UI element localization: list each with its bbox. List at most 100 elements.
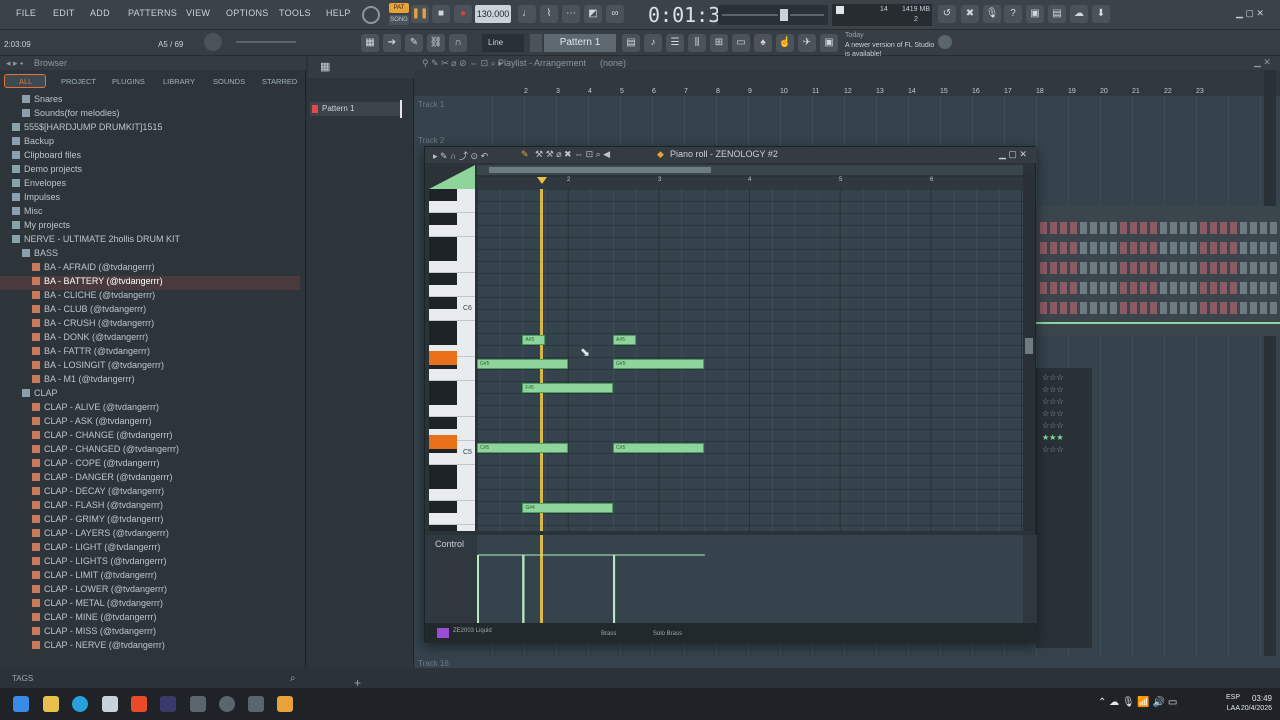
stop-button[interactable]: ■ (432, 5, 450, 23)
browser-nav-icons[interactable]: ◂ ▸ ⬩ (6, 58, 23, 69)
browser-folder-item[interactable]: Backup (0, 136, 300, 150)
step-button[interactable] (1190, 262, 1197, 274)
step-button[interactable] (1270, 302, 1277, 314)
step-button[interactable] (1090, 302, 1097, 314)
star-rating-icons[interactable]: ☆☆☆ ☆☆☆ ☆☆☆ ☆☆☆ ☆☆☆ ★★★ ☆☆☆ (1042, 372, 1064, 456)
step-button[interactable] (1270, 242, 1277, 254)
step-button[interactable] (1050, 262, 1057, 274)
step-button[interactable] (1110, 262, 1117, 274)
browser-file-item[interactable]: BA - CLICHE (@tvdangerrr) (0, 290, 300, 304)
step-button[interactable] (1240, 242, 1247, 254)
black-key[interactable] (429, 525, 457, 531)
tab-plugins[interactable]: PLUGINS (112, 77, 145, 86)
step-button[interactable] (1230, 222, 1237, 234)
menu-tools[interactable]: TOOLS (279, 8, 311, 18)
piano-roll-edit-icons[interactable]: ⚒ ⚒ ⌀ ✖ ⇔ ⊡ ⌕ ◀ (535, 149, 610, 160)
file-explorer-icon[interactable] (43, 696, 59, 712)
note-preview-icon[interactable] (429, 165, 475, 189)
step-button[interactable] (1170, 302, 1177, 314)
touch-icon[interactable]: ☝ (776, 34, 794, 52)
white-key[interactable] (429, 261, 475, 273)
step-button[interactable] (1260, 302, 1267, 314)
browser-file-item[interactable]: BA - FATTR (@tvdangerrr) (0, 346, 300, 360)
step-button[interactable] (1170, 262, 1177, 274)
midi-note[interactable]: G#4 (522, 503, 614, 513)
white-key[interactable] (429, 369, 475, 381)
step-button[interactable] (1120, 242, 1127, 254)
language-label[interactable]: ESP (1226, 694, 1240, 701)
step-button[interactable] (1120, 262, 1127, 274)
tempo-tapper-icon[interactable]: ✈ (798, 34, 816, 52)
mixer-icon[interactable]: ⫼ (688, 34, 706, 52)
step-button[interactable] (1200, 302, 1207, 314)
browser-file-item[interactable]: CLAP - DECAY (@tvdangerrr) (0, 486, 300, 500)
step-button[interactable] (1060, 282, 1067, 294)
record-mode-icon[interactable] (362, 6, 380, 24)
browser-file-item[interactable]: BA - LOSINGIT (@tvdangerrr) (0, 360, 300, 374)
piano-roll-tools-icons[interactable]: ▸ ✎ ∩ ⤴ ⊙ ↶ (433, 149, 488, 162)
step-button[interactable] (1250, 222, 1257, 234)
step-button[interactable] (1070, 302, 1077, 314)
pat-toggle[interactable]: PAT (389, 3, 409, 13)
step-button[interactable] (1270, 282, 1277, 294)
step-button[interactable] (1070, 222, 1077, 234)
browser-file-item[interactable]: CLAP - ALIVE (@tvdangerrr) (0, 402, 300, 416)
clock-date[interactable]: 20/4/2026 (1241, 705, 1272, 712)
step-button[interactable] (1050, 242, 1057, 254)
piano-roll-scrollbar-h[interactable] (477, 165, 1023, 175)
clock-time[interactable]: 03:49 (1252, 694, 1272, 703)
step-button[interactable] (1080, 282, 1087, 294)
step-button[interactable] (1230, 282, 1237, 294)
black-key[interactable] (429, 417, 457, 429)
tab-sounds[interactable]: SOUNDS (213, 77, 245, 86)
step-button[interactable] (1130, 262, 1137, 274)
piano-roll-window-controls[interactable]: ▁ ▢ ✕ (999, 149, 1027, 160)
snap-select[interactable]: Line (482, 34, 524, 52)
browser-folder-item[interactable]: BASS (0, 248, 300, 262)
windows-start-icon[interactable] (13, 696, 29, 712)
pattern-list-item[interactable]: Pattern 1 (310, 102, 402, 116)
browser-folder-item[interactable]: Sounds(for melodies) (0, 108, 300, 122)
step-button[interactable] (1130, 282, 1137, 294)
midi-note[interactable]: C#5 (477, 443, 568, 453)
browser-file-item[interactable]: BA - BATTERY (@tvdangerrr) (0, 276, 300, 290)
edge-icon[interactable] (72, 696, 88, 712)
step-button[interactable] (1100, 242, 1107, 254)
browser-file-item[interactable]: CLAP - METAL (@tvdangerrr) (0, 598, 300, 612)
browser-file-item[interactable]: CLAP - GRIMY (@tvdangerrr) (0, 514, 300, 528)
browser-file-item[interactable]: BA - DONK (@tvdangerrr) (0, 332, 300, 346)
step-button[interactable] (1180, 302, 1187, 314)
step-button[interactable] (1110, 282, 1117, 294)
step-button[interactable] (1130, 242, 1137, 254)
step-button[interactable] (1240, 302, 1247, 314)
step-button[interactable] (1060, 302, 1067, 314)
step-button[interactable] (1250, 262, 1257, 274)
midi-note[interactable]: C#5 (613, 443, 704, 453)
step-button[interactable] (1090, 262, 1097, 274)
metronome-icon[interactable]: ♩ (518, 5, 536, 23)
menu-patterns[interactable]: PATTERNS (128, 8, 177, 18)
browser-icon[interactable]: ▭ (732, 34, 750, 52)
browser-file-item[interactable]: CLAP - CHANGE (@tvdangerrr) (0, 430, 300, 444)
brush-icon[interactable]: ✎ (405, 34, 423, 52)
tempo-display[interactable]: 130.000 (475, 5, 511, 23)
white-key[interactable] (429, 405, 475, 417)
step-button[interactable] (1210, 222, 1217, 234)
step-button[interactable] (1050, 282, 1057, 294)
browser-file-item[interactable]: CLAP - LOWER (@tvdangerrr) (0, 584, 300, 598)
step-button[interactable] (1120, 302, 1127, 314)
browser-file-item[interactable]: CLAP - LIGHTS (@tvdangerrr) (0, 556, 300, 570)
step-seq-icon[interactable]: ▦ (361, 34, 379, 52)
browser-folder-item[interactable]: CLAP (0, 388, 300, 402)
white-key[interactable] (429, 225, 475, 237)
browser-file-item[interactable]: BA - CRUSH (@tvdangerrr) (0, 318, 300, 332)
white-key[interactable] (429, 489, 475, 501)
step-button[interactable] (1160, 242, 1167, 254)
step-button[interactable] (1110, 242, 1117, 254)
step-button[interactable] (1220, 282, 1227, 294)
arrow-right-icon[interactable]: ➔ (383, 34, 401, 52)
app-ar-icon[interactable] (160, 696, 176, 712)
step-button[interactable] (1140, 262, 1147, 274)
black-key[interactable] (429, 213, 457, 225)
pause-button[interactable]: ❚❚ (411, 5, 429, 23)
